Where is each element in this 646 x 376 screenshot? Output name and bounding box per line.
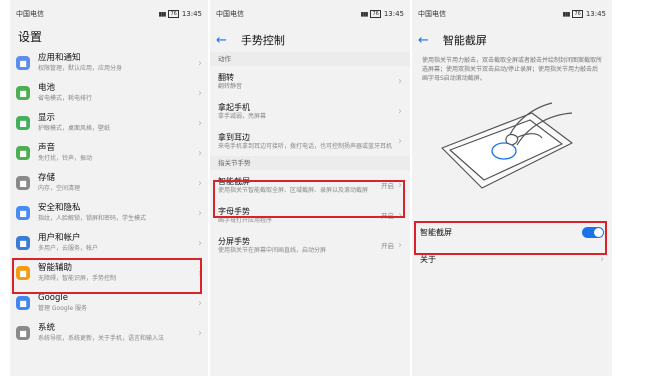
page-title: 手势控制	[240, 34, 285, 47]
sound-icon: ■	[16, 146, 30, 160]
display-icon: ■	[16, 116, 30, 130]
signal-icon: ▮▮▮	[360, 10, 369, 18]
status-bar: 中国电信 ▮▮▮ 76 13:45	[210, 0, 410, 28]
chevron-right-icon: ›	[198, 147, 202, 159]
about-label: 关于	[420, 254, 436, 264]
settings-item-subtitle: 管理 Google 服务	[38, 305, 87, 312]
signal-icon: ▮▮▮	[562, 10, 571, 18]
clock-label: 13:45	[585, 10, 606, 18]
chevron-right-icon: ›	[198, 177, 202, 189]
battery-status-icon: 76	[370, 10, 381, 18]
gesture-item-title: 分屏手势	[218, 236, 250, 246]
settings-item-title: 用户和帐户	[38, 233, 81, 243]
settings-item-title: 电池	[38, 83, 56, 93]
gesture-item-title: 拿到耳边	[218, 132, 250, 142]
gesture-item[interactable]: 翻转 翻转静音 ›	[210, 66, 410, 96]
chevron-right-icon: ›	[398, 75, 402, 87]
settings-item-subtitle: 多用户，云服务，帐户	[38, 245, 99, 252]
screenshot-panel: 中国电信 ▮▮▮ 76 13:45 ← 智能截屏 使用指关节用力敲击，双击截取全…	[412, 0, 612, 376]
back-arrow-icon[interactable]: ←	[418, 34, 429, 47]
chevron-right-icon: ›	[198, 237, 202, 249]
settings-item-title: 应用和通知	[38, 53, 81, 63]
storage-icon: ■	[16, 176, 30, 190]
settings-item[interactable]: ■ 存储内存，空间清理 ›	[10, 168, 208, 198]
settings-item-title: 存储	[38, 173, 56, 183]
settings-item-subtitle: 系统导航，系统更新，关于手机，语言和输入法	[38, 335, 165, 342]
page-title: 智能截屏	[442, 34, 487, 47]
settings-item[interactable]: ■ 显示护眼模式，桌面风格，壁纸 ›	[10, 108, 208, 138]
gesture-item-subtitle: 使用指关节在屏幕中间画直线，启动分屏	[218, 246, 327, 254]
settings-list: ■ 应用和通知权限管理，默认应用，应用分身 › ■ 电池省电模式，耗电排行 › ■ 显示护眼模…	[10, 48, 208, 348]
clock-label: 13:45	[181, 10, 202, 18]
gesture-item[interactable]: 拿起手机 拿手减弱，亮屏幕 ›	[210, 96, 410, 126]
chevron-right-icon: ›	[198, 57, 202, 69]
chevron-right-icon: ›	[398, 239, 402, 251]
chevron-right-icon: ›	[198, 297, 202, 309]
settings-item[interactable]: ■ 系统系统导航，系统更新，关于手机，语言和输入法 ›	[10, 318, 208, 348]
chevron-right-icon: ›	[198, 87, 202, 99]
settings-item-title: 声音	[38, 143, 56, 153]
feature-description: 使用指关节用力敲击，双击截取全屏或者敲击并绘制封闭图案截取所选屏幕；使用双指关节…	[422, 57, 603, 82]
nav-bar: ← 手势控制	[210, 28, 410, 52]
status-bar: 中国电信 ▮▮▮ 76 13:45	[412, 0, 612, 28]
settings-item-subtitle: 省电模式，耗电排行	[38, 95, 93, 102]
highlight-toggle	[414, 221, 607, 255]
settings-item-title: Google	[38, 293, 68, 303]
gesture-item-subtitle: 拿手减弱，亮屏幕	[218, 112, 267, 120]
highlight-smart-assist	[12, 258, 202, 294]
settings-item-subtitle: 指纹，人脸解锁，锁屏和密码，学生模式	[38, 215, 147, 222]
signal-icon: ▮▮▮	[158, 10, 167, 18]
lock-icon: ■	[16, 206, 30, 220]
carrier-label: 中国电信	[418, 10, 446, 18]
settings-item-subtitle: 内存，空间清理	[38, 185, 81, 192]
battery-icon: ■	[16, 86, 30, 100]
google-icon: ■	[16, 296, 30, 310]
settings-item[interactable]: ■ 安全和隐私指纹，人脸解锁，锁屏和密码，学生模式 ›	[10, 198, 208, 228]
knuckle-gesture-illustration	[441, 102, 573, 189]
settings-item-title: 安全和隐私	[38, 203, 81, 213]
settings-item-subtitle: 免打扰，铃声，振动	[38, 155, 93, 162]
gesture-item-title: 翻转	[218, 72, 234, 82]
gesture-item-subtitle: 来电手机拿到耳边可接听，拨打电话，也可控制扬声器或蓝牙耳机	[218, 142, 393, 150]
settings-item[interactable]: ■ 声音免打扰，铃声，振动 ›	[10, 138, 208, 168]
status-bar: 中国电信 ▮▮▮ 76 13:45	[10, 0, 208, 28]
nav-bar: ← 智能截屏	[412, 28, 612, 52]
gesture-item[interactable]: 分屏手势 使用指关节在屏幕中间画直线，启动分屏 开启 ›	[210, 230, 410, 260]
chevron-right-icon: ›	[198, 327, 202, 339]
chevron-right-icon: ›	[398, 135, 402, 147]
settings-panel: 中国电信 ▮▮▮ 76 13:45 设置 ■ 应用和通知权限管理，默认应用，应用分…	[10, 0, 208, 376]
back-arrow-icon[interactable]: ←	[216, 34, 227, 47]
highlight-smart-screenshot	[213, 180, 405, 218]
gesture-item-title: 拿起手机	[218, 102, 250, 112]
settings-item[interactable]: ■ 用户和帐户多用户，云服务，帐户 ›	[10, 228, 208, 258]
settings-item-subtitle: 权限管理，默认应用，应用分身	[38, 65, 123, 72]
section-header-knuckle: 指关节手势	[210, 156, 410, 170]
section-header-action: 动作	[210, 52, 410, 66]
apps-icon: ■	[16, 56, 30, 70]
settings-item-subtitle: 护眼模式，桌面风格，壁纸	[38, 125, 111, 132]
settings-item-title: 显示	[38, 113, 56, 123]
carrier-label: 中国电信	[16, 10, 44, 18]
settings-item-title: 系统	[38, 323, 56, 333]
gesture-item-subtitle: 翻转静音	[218, 82, 243, 90]
gesture-item-state: 开启	[381, 242, 394, 250]
battery-status-icon: 76	[572, 10, 583, 18]
chevron-right-icon: ›	[198, 207, 202, 219]
gesture-item[interactable]: 拿到耳边 来电手机拿到耳边可接听，拨打电话，也可控制扬声器或蓝牙耳机 ›	[210, 126, 410, 156]
phone-icon: ■	[16, 326, 30, 340]
page-title: 设置	[18, 30, 43, 44]
clock-label: 13:45	[383, 10, 404, 18]
chevron-right-icon: ›	[600, 253, 604, 265]
settings-item[interactable]: ■ 应用和通知权限管理，默认应用，应用分身 ›	[10, 48, 208, 78]
carrier-label: 中国电信	[216, 10, 244, 18]
chevron-right-icon: ›	[398, 105, 402, 117]
user-icon: ■	[16, 236, 30, 250]
settings-item[interactable]: ■ 电池省电模式，耗电排行 ›	[10, 78, 208, 108]
action-list: 翻转 翻转静音 › 拿起手机 拿手减弱，亮屏幕 › 拿到耳边 来电手机拿到耳边可接听，拨打电话…	[210, 66, 410, 156]
chevron-right-icon: ›	[198, 117, 202, 129]
battery-status-icon: 76	[168, 10, 179, 18]
